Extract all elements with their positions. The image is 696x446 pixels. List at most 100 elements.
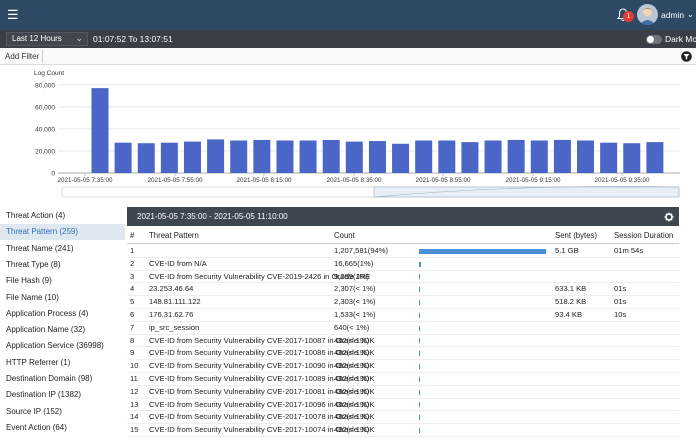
table-row[interactable]: 14 CVE-ID from Security Vulnerability CVE… bbox=[127, 411, 679, 425]
chart-bar[interactable] bbox=[253, 139, 271, 173]
chart-bar[interactable] bbox=[322, 139, 340, 173]
sidebar-item[interactable]: HTTP Referrer (1) bbox=[0, 355, 125, 371]
chart-bar[interactable] bbox=[623, 143, 641, 173]
chart-bar[interactable] bbox=[392, 143, 410, 173]
sidebar-item[interactable]: Application Name (32) bbox=[0, 322, 125, 338]
chart-bar[interactable] bbox=[461, 142, 479, 173]
sidebar-item[interactable]: Source IP (152) bbox=[0, 404, 125, 420]
row-session-duration: 01m 54s bbox=[614, 246, 644, 255]
row-session-duration: 01s bbox=[614, 284, 627, 294]
chart-bar[interactable] bbox=[553, 139, 571, 173]
table-row[interactable]: 15 CVE-ID from Security Vulnerability CVE… bbox=[127, 424, 679, 437]
hamburger-icon[interactable]: ☰ bbox=[7, 8, 21, 22]
table-row[interactable]: 8 CVE-ID from Security Vulnerability CVE-… bbox=[127, 335, 679, 348]
row-threat-pattern: ip_src_session bbox=[149, 322, 200, 332]
sidebar-item[interactable]: Threat Pattern (259) bbox=[0, 224, 125, 241]
chart-bar[interactable] bbox=[299, 140, 317, 173]
count-bar bbox=[419, 248, 546, 254]
row-session-duration: 10s bbox=[614, 310, 627, 319]
chart-bar[interactable] bbox=[484, 140, 502, 173]
range-navigator-window[interactable] bbox=[373, 186, 680, 198]
row-session-duration: 01s bbox=[614, 297, 627, 307]
row-count: 9,289(1%) bbox=[334, 271, 370, 281]
chart-bar[interactable] bbox=[230, 140, 248, 173]
dark-mode-toggle[interactable] bbox=[646, 35, 662, 44]
table-row[interactable]: 2 CVE-ID from N/A 16,665(1%) bbox=[127, 258, 679, 271]
row-index: 5 bbox=[130, 297, 135, 307]
table-row[interactable]: 4 23.253.46.64 2,307(< 1%) 633.1 KB 01s bbox=[127, 283, 679, 297]
row-count: 482(< 1%) bbox=[334, 361, 370, 371]
chart-bar[interactable] bbox=[207, 139, 225, 173]
row-count: 640(< 1%) bbox=[334, 322, 370, 332]
row-count: 482(< 1%) bbox=[334, 386, 370, 396]
x-tick-label: 2021-05-05 9:15:00 bbox=[506, 177, 561, 184]
sidebar-item[interactable]: Threat Type (8) bbox=[0, 257, 125, 273]
x-tick-label: 2021-05-05 7:35:00 bbox=[58, 177, 113, 184]
time-range-select[interactable]: Last 12 Hours ⌄ bbox=[6, 32, 88, 46]
col-session-duration[interactable]: Session Duration bbox=[614, 228, 673, 244]
table-row[interactable]: 9 CVE-ID from Security Vulnerability CVE-… bbox=[127, 347, 679, 361]
sidebar-item[interactable]: Event Action (64) bbox=[0, 420, 125, 436]
col-count[interactable]: Count bbox=[334, 228, 355, 244]
chart-bar[interactable] bbox=[114, 142, 132, 173]
col-index[interactable]: # bbox=[130, 228, 134, 244]
chart-bar[interactable] bbox=[137, 143, 155, 173]
chevron-down-icon[interactable]: ⌄ bbox=[687, 10, 694, 19]
chart-bar[interactable] bbox=[183, 141, 201, 173]
sidebar-item[interactable]: Application Process (4) bbox=[0, 306, 125, 322]
sidebar-item[interactable]: File Name (10) bbox=[0, 290, 125, 306]
row-count: 2,307(< 1%) bbox=[334, 284, 376, 294]
chart-bar[interactable] bbox=[160, 142, 178, 173]
table-row[interactable]: 12 CVE-ID from Security Vulnerability CVE… bbox=[127, 386, 679, 399]
chart-bar[interactable] bbox=[530, 140, 548, 173]
chart-bar[interactable] bbox=[415, 140, 433, 173]
row-count: 2,303(< 1%) bbox=[334, 297, 376, 307]
row-index: 2 bbox=[130, 258, 135, 268]
count-bar bbox=[419, 312, 420, 318]
chart-bar[interactable] bbox=[646, 142, 664, 173]
chart-bar[interactable] bbox=[438, 140, 456, 173]
col-sent-bytes[interactable]: Sent (bytes) bbox=[555, 228, 597, 244]
chart-bar[interactable] bbox=[368, 141, 386, 173]
username[interactable]: admin bbox=[661, 10, 684, 20]
sidebar-item[interactable]: Destination Domain (98) bbox=[0, 371, 125, 387]
table-row[interactable]: 1 1,207,581(94%) 5.1 GB 01m 54s bbox=[127, 245, 679, 258]
settings-icon[interactable] bbox=[664, 212, 674, 222]
chart-bar[interactable] bbox=[276, 140, 294, 173]
row-index: 8 bbox=[130, 335, 135, 345]
count-bar bbox=[419, 261, 421, 267]
table-row[interactable]: 11 CVE-ID from Security Vulnerability CVE… bbox=[127, 373, 679, 386]
col-threat-pattern[interactable]: Threat Pattern bbox=[149, 228, 199, 244]
row-index: 6 bbox=[130, 310, 135, 319]
sidebar-item[interactable]: File Hash (9) bbox=[0, 273, 125, 289]
row-index: 9 bbox=[130, 348, 135, 358]
count-bar bbox=[419, 338, 420, 344]
avatar[interactable] bbox=[637, 4, 658, 25]
chart-bar[interactable] bbox=[577, 140, 595, 173]
chart-bar[interactable] bbox=[507, 139, 525, 173]
sidebar-item[interactable]: Threat Name (241) bbox=[0, 241, 125, 257]
add-filter-button[interactable]: Add Filter bbox=[2, 50, 44, 63]
row-index: 1 bbox=[130, 246, 135, 255]
table-row[interactable]: 7 ip_src_session 640(< 1%) bbox=[127, 322, 679, 335]
chart-bar[interactable] bbox=[91, 88, 109, 173]
time-range-value: Last 12 Hours bbox=[12, 34, 62, 43]
table-row[interactable]: 6 176.31.62.76 1,533(< 1%) 93.4 KB 10s bbox=[127, 309, 679, 322]
row-index: 11 bbox=[130, 374, 138, 383]
chart-bar[interactable] bbox=[345, 141, 363, 173]
sidebar-item[interactable]: Threat Action (4) bbox=[0, 208, 125, 224]
table-row[interactable]: 5 148.81.111.122 2,303(< 1%) 518.2 KB 01s bbox=[127, 296, 679, 309]
sidebar-item[interactable]: Destination IP (1382) bbox=[0, 387, 125, 403]
row-index: 13 bbox=[130, 399, 139, 409]
sidebar-item[interactable]: Application Service (36998) bbox=[0, 338, 125, 354]
count-bar bbox=[419, 415, 420, 421]
count-bar bbox=[419, 428, 420, 434]
log-count-chart-svg: Log Count 0 20,000 40,000 60,000 80,000 2021-0… bbox=[34, 70, 680, 198]
top-bar: ☰ 1 admin ⌄ bbox=[0, 0, 696, 30]
notification-badge: 1 bbox=[623, 11, 634, 22]
table-row[interactable]: 10 CVE-ID from Security Vulnerability CVE… bbox=[127, 360, 679, 373]
funnel-icon[interactable] bbox=[681, 51, 692, 62]
chart-bar[interactable] bbox=[600, 142, 618, 173]
table-row[interactable]: 3 CVE-ID from Security Vulnerability CVE-… bbox=[127, 271, 679, 284]
table-row[interactable]: 13 CVE-ID from Security Vulnerability CVE… bbox=[127, 399, 679, 412]
